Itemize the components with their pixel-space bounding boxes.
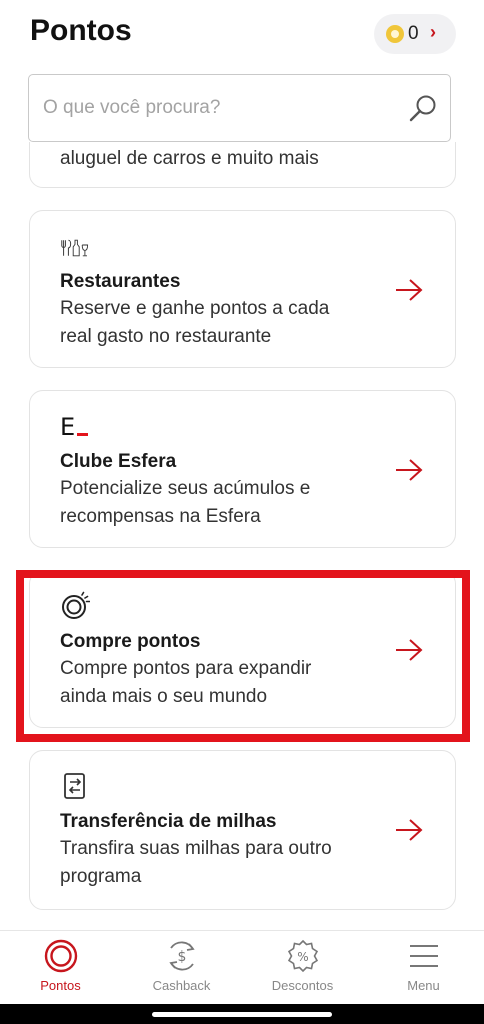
card-compre-pontos[interactable]: Compre pontos Compre pontos para expandi… [29,570,456,728]
chevron-right-icon: › [430,22,436,42]
tab-label: Menu [407,978,440,993]
card-restaurantes[interactable]: Restaurantes Reserve e ganhe pontos a ca… [29,210,456,368]
arrow-right-icon[interactable] [394,818,424,842]
card-description: Transfira suas milhas para outro program… [60,838,332,887]
card-title: Transferência de milhas [60,811,277,832]
tab-label: Pontos [40,978,81,993]
home-bar [0,1004,484,1024]
card-description: aluguel de carros e muito mais [60,148,319,169]
discount-icon: % [287,939,319,973]
esfera-logo: E [60,413,100,443]
search-input[interactable] [43,93,393,123]
svg-text:%: % [297,950,308,964]
pontos-icon [44,939,78,973]
tab-descontos[interactable]: % Descontos [242,931,363,1005]
search-icon[interactable] [407,93,439,125]
card-clube-esfera[interactable]: E Clube Esfera Potencialize seus acúmulo… [29,390,456,548]
points-balance-button[interactable]: 0 › [374,14,456,54]
menu-icon [410,945,438,967]
card-transferencia-milhas[interactable]: Transferência de milhas Transfira suas m… [29,750,456,910]
coin-icon [386,25,404,43]
card-title: Restaurantes [60,271,181,292]
arrow-right-icon[interactable] [394,278,424,302]
cutlery-icon [61,239,89,257]
tab-menu[interactable]: Menu [363,931,484,1005]
tab-cashback[interactable]: $ Cashback [121,931,242,1005]
transfer-icon [64,773,85,799]
arrow-right-icon[interactable] [394,638,424,662]
home-indicator[interactable] [152,1012,332,1017]
card-description: Potencialize seus acúmulos e recompensas… [60,478,311,527]
bottom-tab-bar: Pontos $ Cashback % Descontos Menu [0,930,484,1004]
content-list[interactable]: aluguel de carros e muito mais Restauran… [0,142,484,930]
tab-label: Descontos [271,978,334,993]
coins-icon [62,591,90,619]
points-value: 0 [408,23,419,44]
cashback-icon: $ [169,941,195,971]
esfera-logo-bar [77,433,88,436]
card-description: Compre pontos para expandir ainda mais o… [60,658,312,707]
svg-text:$: $ [178,949,187,965]
card-partial[interactable]: aluguel de carros e muito mais [29,142,456,188]
header: Pontos 0 › [0,0,484,70]
card-description: Reserve e ganhe pontos a cada real gasto… [60,298,330,347]
tab-pontos[interactable]: Pontos [0,931,121,1005]
search-bar[interactable] [28,74,451,142]
arrow-right-icon[interactable] [394,458,424,482]
card-title: Compre pontos [60,631,201,652]
tab-label: Cashback [152,978,211,993]
card-title: Clube Esfera [60,451,177,472]
page-title: Pontos [30,14,132,47]
